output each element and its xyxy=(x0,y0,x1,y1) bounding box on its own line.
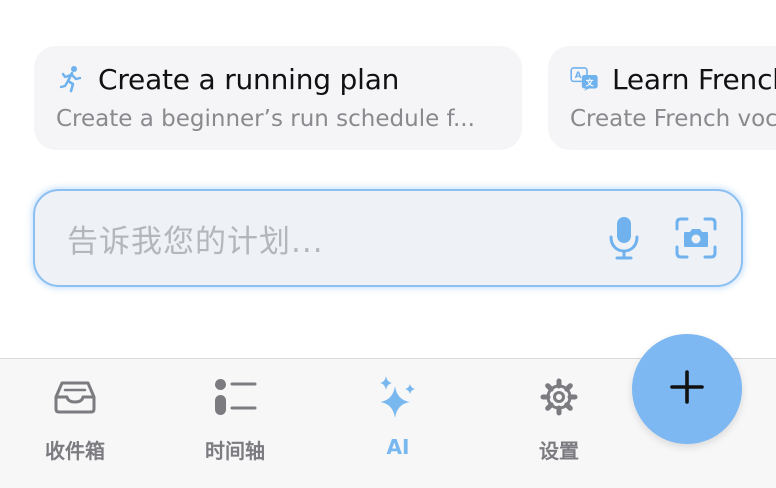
svg-text:A: A xyxy=(575,71,582,81)
plan-input-placeholder[interactable]: 告诉我您的计划... xyxy=(67,216,597,261)
tab-label: 设置 xyxy=(539,439,579,463)
svg-text:文: 文 xyxy=(586,77,594,87)
tab-ai[interactable]: AI xyxy=(348,375,448,459)
microphone-icon[interactable] xyxy=(597,211,651,265)
suggestion-card-running-plan[interactable]: Create a running plan Create a beginner’… xyxy=(34,46,522,150)
inbox-icon xyxy=(25,375,125,419)
add-button[interactable] xyxy=(632,334,742,444)
tab-settings[interactable]: 设置 xyxy=(509,375,609,464)
running-person-icon xyxy=(56,64,86,94)
card-header: Create a running plan xyxy=(56,62,500,96)
suggestion-cards: Create a running plan Create a beginner’… xyxy=(0,0,776,170)
card-title: Learn French xyxy=(612,62,776,96)
timeline-icon xyxy=(185,375,285,419)
card-title: Create a running plan xyxy=(98,62,400,96)
tab-timeline[interactable]: 时间轴 xyxy=(185,375,285,464)
camera-scan-icon[interactable] xyxy=(669,211,723,265)
card-header: A 文 Learn French xyxy=(570,62,776,96)
sparkles-icon xyxy=(348,375,448,419)
card-subtitle: Create French vocabulary xyxy=(570,106,776,132)
card-subtitle: Create a beginner’s run schedule f... xyxy=(56,106,475,132)
translate-icon: A 文 xyxy=(570,64,600,94)
tab-label: 时间轴 xyxy=(205,439,265,463)
plus-icon xyxy=(669,369,705,409)
gear-icon xyxy=(509,375,609,419)
tab-label: 收件箱 xyxy=(45,439,105,463)
tab-inbox[interactable]: 收件箱 xyxy=(25,375,125,464)
suggestion-card-learn-french[interactable]: A 文 Learn French Create French vocabular… xyxy=(548,46,776,150)
tab-label: AI xyxy=(386,435,410,459)
plan-input[interactable]: 告诉我您的计划... xyxy=(33,189,743,287)
